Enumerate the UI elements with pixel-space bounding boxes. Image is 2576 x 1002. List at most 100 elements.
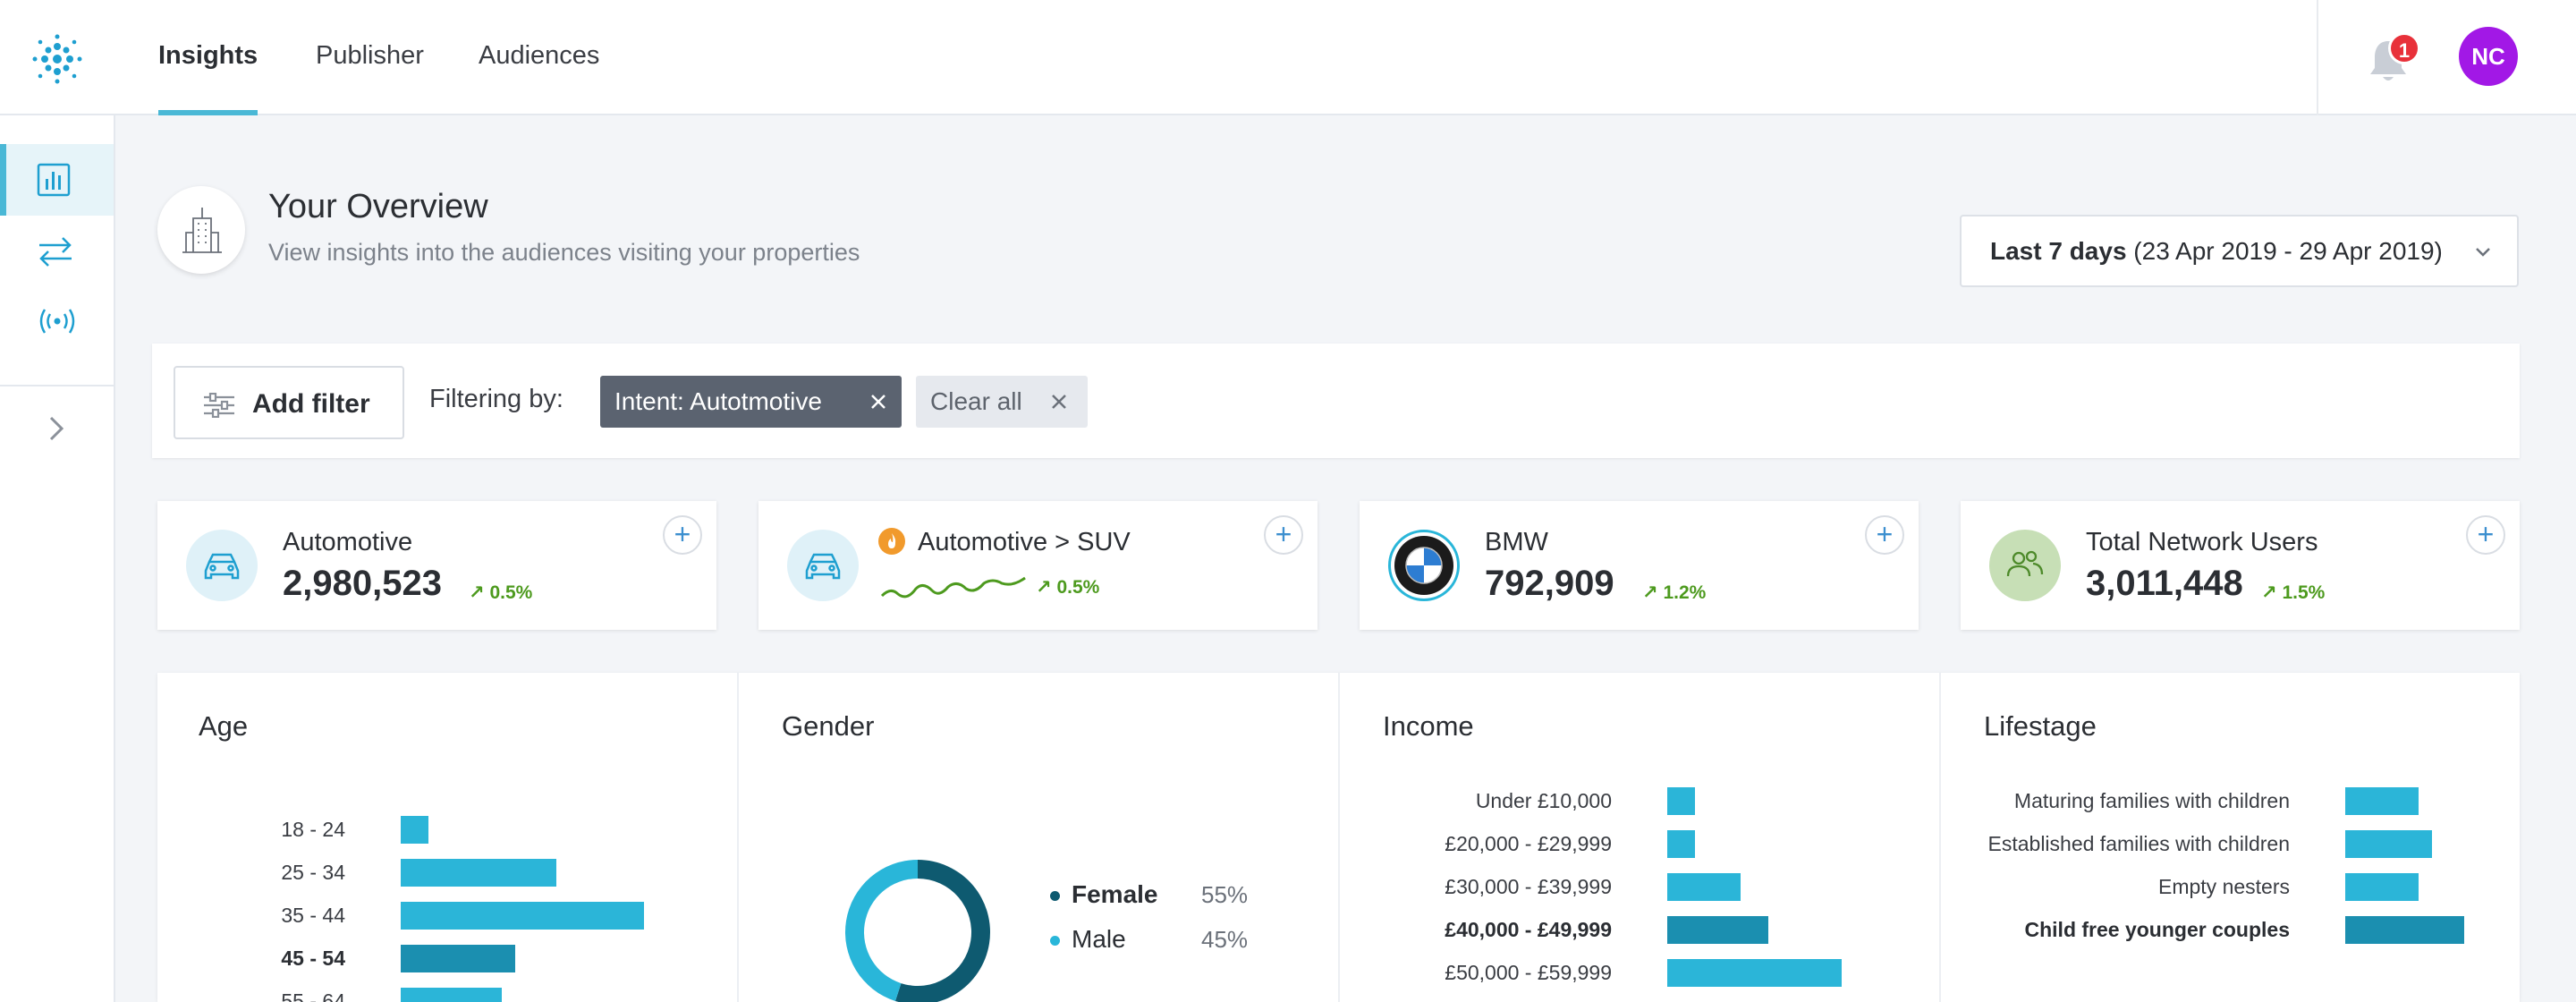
add-segment-button[interactable]: +	[1865, 515, 1904, 555]
sidebar	[0, 115, 115, 1002]
stat-card-automotive[interactable]: Automotive 2,980,523 ↗ 0.5% +	[157, 501, 716, 630]
bar[interactable]	[1667, 916, 1768, 944]
swap-arrows-icon	[39, 237, 72, 267]
close-icon	[1052, 395, 1066, 409]
legend-name: Female	[1072, 880, 1158, 908]
audience-breakdown-panel: Age Gender Income Lifestage 18 - 24 25 - …	[157, 673, 2520, 1002]
stat-trend-value: 0.5%	[489, 582, 533, 603]
bar[interactable]	[1667, 959, 1842, 987]
bmw-logo-icon	[1388, 530, 1460, 601]
clear-all-button[interactable]: Clear all	[916, 376, 1088, 428]
bar-label: Child free younger couples	[2024, 918, 2291, 941]
stat-trend-value: 1.2%	[1663, 582, 1707, 603]
bar[interactable]	[2345, 830, 2432, 858]
broadcast-icon	[39, 309, 75, 334]
app-logo-icon[interactable]	[32, 34, 82, 84]
tab-insights[interactable]: Insights	[158, 0, 258, 115]
bar[interactable]	[401, 902, 644, 930]
sidebar-divider	[0, 385, 114, 386]
bar[interactable]	[401, 988, 502, 1002]
bar[interactable]	[2345, 787, 2419, 815]
page-subtitle: View insights into the audiences visitin…	[268, 239, 860, 266]
bar[interactable]	[401, 859, 556, 887]
bar[interactable]	[2345, 916, 2464, 944]
stat-card-automotive-suv[interactable]: Automotive > SUV ↗ 0.5% +	[758, 501, 1318, 630]
stat-trend: ↗ 1.5%	[2261, 582, 2325, 604]
chevron-down-icon	[2476, 248, 2490, 257]
add-segment-button[interactable]: +	[1264, 515, 1303, 555]
bar-label: 25 - 34	[281, 861, 345, 884]
date-range-dates: (23 Apr 2019 - 29 Apr 2019)	[2126, 237, 2443, 265]
date-range-label: Last 7 days	[1990, 237, 2127, 265]
add-segment-button[interactable]: +	[2466, 515, 2505, 555]
bar[interactable]	[401, 945, 515, 972]
bar-label: £40,000 - £49,999	[1445, 918, 1612, 941]
gender-title: Gender	[782, 710, 875, 742]
page-title: Your Overview	[268, 188, 488, 225]
stat-trend-value: 1.5%	[2282, 582, 2326, 603]
bar[interactable]	[1667, 787, 1695, 815]
topbar-divider	[2317, 0, 2318, 115]
overview-icon	[157, 186, 245, 274]
bar[interactable]	[401, 816, 428, 844]
bar-label: 35 - 44	[281, 904, 345, 927]
sidebar-item-insights[interactable]	[0, 144, 114, 216]
stat-card-bmw[interactable]: BMW 792,909 ↗ 1.2% +	[1360, 501, 1919, 630]
column-divider	[1338, 673, 1340, 1002]
sparkline	[880, 576, 1026, 599]
stat-label: Automotive > SUV	[918, 528, 1131, 556]
lifestage-title: Lifestage	[1984, 710, 2097, 742]
income-title: Income	[1383, 710, 1474, 742]
notification-badge: 1	[2388, 32, 2420, 64]
stat-trend-value: 0.5%	[1056, 577, 1100, 598]
bar-label: 45 - 54	[281, 947, 345, 970]
close-icon[interactable]	[869, 393, 887, 411]
date-range-select[interactable]: Last 7 days (23 Apr 2019 - 29 Apr 2019)	[1960, 215, 2519, 287]
bar-label: £20,000 - £29,999	[1445, 832, 1612, 855]
column-divider	[1939, 673, 1941, 1002]
legend-dot	[1050, 936, 1060, 946]
bar-chart-icon	[37, 163, 71, 197]
fire-icon	[878, 528, 905, 555]
legend-percent: 55%	[1201, 881, 1249, 908]
legend-name: Male	[1072, 925, 1126, 953]
stat-card-total-network-users[interactable]: Total Network Users 3,011,448 ↗ 1.5% +	[1961, 501, 2520, 630]
bar[interactable]	[2345, 873, 2419, 901]
chevron-right-icon[interactable]	[43, 411, 70, 446]
tab-publisher[interactable]: Publisher	[316, 0, 424, 115]
bar[interactable]	[1667, 873, 1741, 901]
active-filter-chip[interactable]: Intent: Autotmotive	[600, 376, 902, 428]
trend-up-icon: ↗	[1642, 582, 1658, 603]
trend-up-icon: ↗	[2261, 582, 2277, 603]
top-bar: Insights Publisher Audiences 1 NC	[0, 0, 2576, 115]
stat-trend: ↗ 1.2%	[1642, 582, 1706, 604]
donut-slice-female[interactable]	[894, 860, 990, 1002]
add-filter-label: Add filter	[252, 389, 370, 419]
sidebar-item-broadcast[interactable]	[0, 285, 114, 357]
bar-label: 18 - 24	[281, 818, 345, 841]
legend-dot	[1050, 891, 1060, 901]
trend-up-icon: ↗	[1036, 577, 1052, 598]
gender-donut-chart	[845, 860, 990, 1002]
avatar[interactable]: NC	[2459, 27, 2518, 86]
age-title: Age	[199, 710, 249, 742]
bar[interactable]	[1667, 830, 1695, 858]
sliders-icon	[204, 393, 234, 418]
bar-label: Empty nesters	[2158, 875, 2290, 898]
tab-audiences[interactable]: Audiences	[479, 0, 599, 115]
add-segment-button[interactable]: +	[663, 515, 702, 555]
add-filter-button[interactable]: Add filter	[174, 366, 404, 439]
column-divider	[737, 673, 739, 1002]
filtering-by-label: Filtering by:	[429, 385, 564, 413]
active-filter-label: Intent: Autotmotive	[614, 387, 822, 415]
stat-value: 2,980,523	[283, 564, 442, 603]
clear-all-label: Clear all	[930, 387, 1022, 415]
bar-label: Maturing families with children	[2013, 789, 2290, 812]
stat-value: 792,909	[1485, 564, 1614, 603]
donut-slice-male[interactable]	[845, 860, 918, 1002]
sidebar-item-transfers[interactable]	[0, 216, 114, 287]
building-icon	[182, 208, 222, 253]
bar-label: Under £10,000	[1475, 789, 1612, 812]
bar-label: 55 - 64	[281, 989, 345, 1002]
stat-trend: ↗ 0.5%	[1036, 576, 1099, 599]
